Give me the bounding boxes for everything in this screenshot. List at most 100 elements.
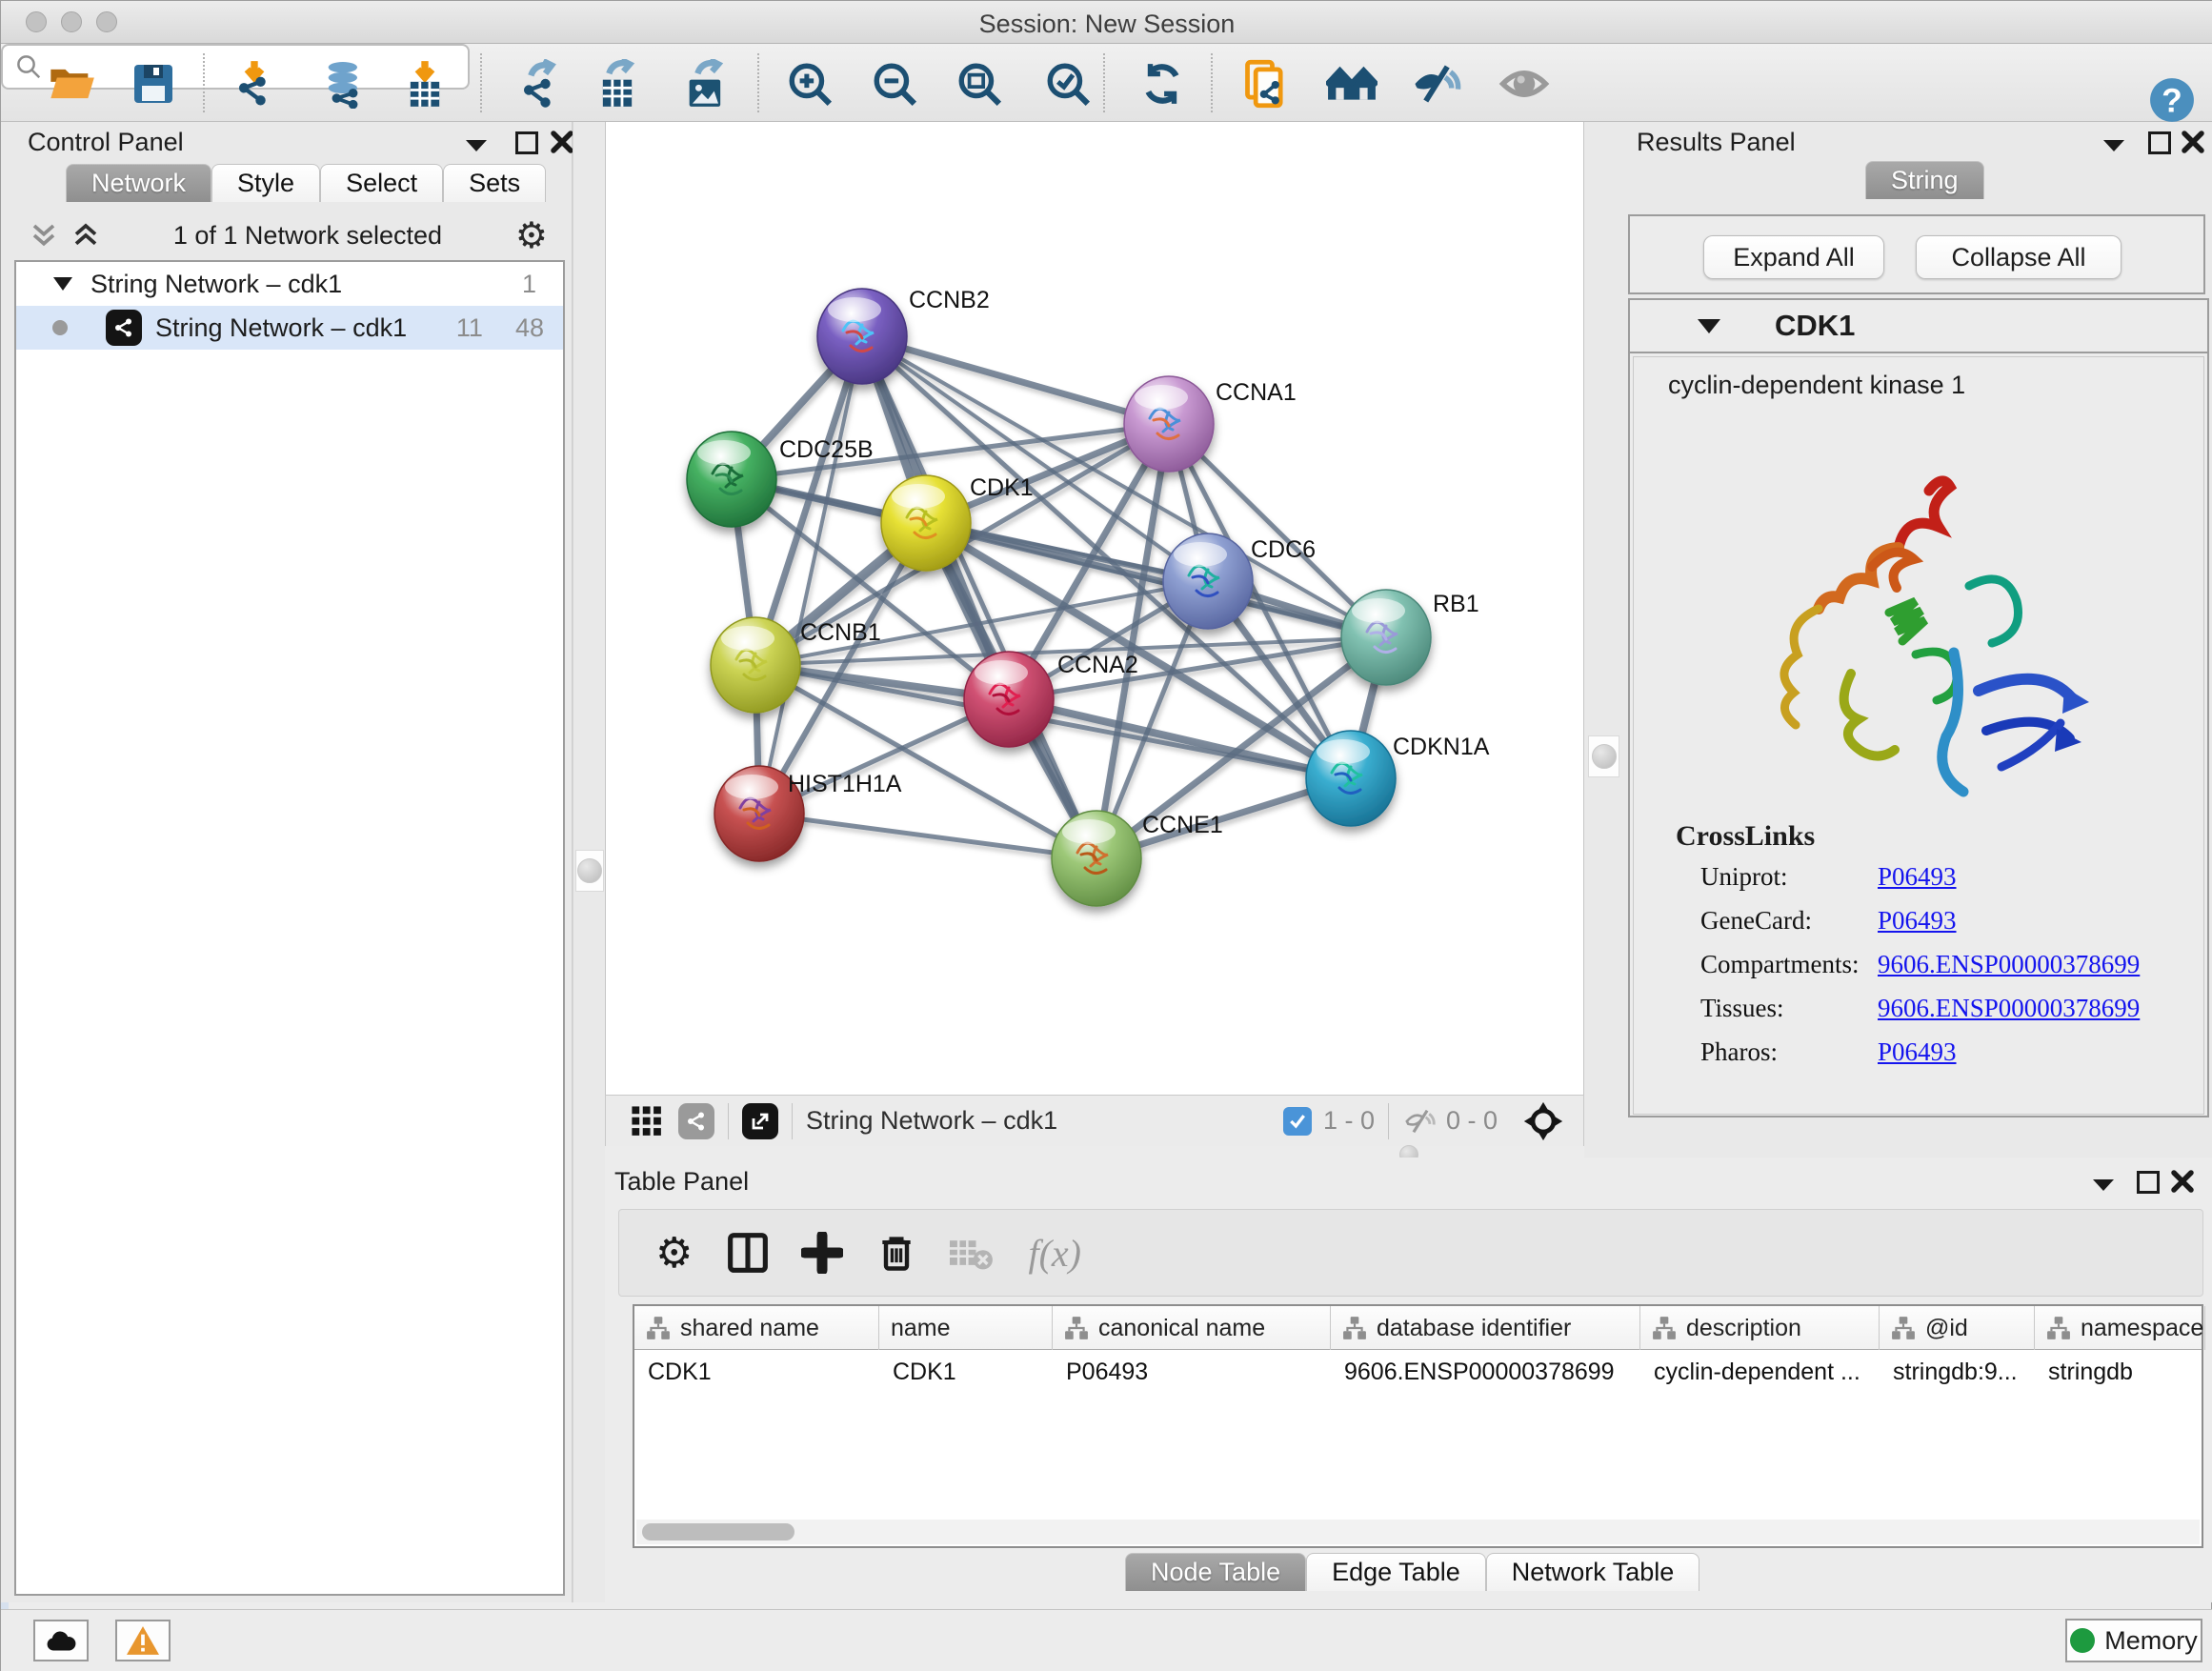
memory-button[interactable]: Memory	[2065, 1619, 2202, 1662]
network-edge-CCNB2-HIST1H1A[interactable]	[759, 336, 862, 814]
crosslink-label: Pharos:	[1700, 1037, 1778, 1067]
crosslink-value-link[interactable]: 9606.ENSP00000378699	[1878, 994, 2140, 1023]
panel-float-icon[interactable]	[2137, 1171, 2160, 1194]
panel-float-icon[interactable]	[2148, 131, 2171, 154]
expand-all-button[interactable]: Expand All	[1703, 235, 1884, 279]
column-header-shared-name[interactable]: shared name	[634, 1306, 879, 1350]
network-node-CCNB2[interactable]	[817, 289, 907, 384]
panel-menu-icon[interactable]	[464, 137, 489, 154]
help-button[interactable]: ?	[2148, 76, 2196, 124]
collapse-all-button[interactable]: Collapse All	[1916, 235, 2122, 279]
cloud-button[interactable]	[33, 1620, 89, 1661]
table-cell[interactable]: CDK1	[879, 1350, 1053, 1394]
network-tree-child-row[interactable]: String Network – cdk1 11 48	[16, 306, 563, 350]
zoom-out-button[interactable]	[868, 57, 921, 111]
column-header-namespace[interactable]: namespace	[2035, 1306, 2205, 1350]
divider-grip[interactable]	[1588, 735, 1619, 777]
crosslink-value-link[interactable]: P06493	[1878, 1037, 1957, 1067]
table-cell[interactable]: 9606.ENSP00000378699	[1331, 1350, 1640, 1394]
panel-menu-icon[interactable]	[2101, 137, 2126, 154]
gear-icon[interactable]: ⚙	[515, 214, 548, 257]
gene-section-header[interactable]: CDK1	[1630, 300, 2207, 353]
export-image-button[interactable]	[679, 57, 733, 111]
apply-layout-button[interactable]	[1136, 57, 1189, 111]
export-table-button[interactable]	[591, 57, 644, 111]
table-cell[interactable]: P06493	[1053, 1350, 1331, 1394]
zoom-selected-button[interactable]	[1041, 57, 1095, 111]
tab-edge-table[interactable]: Edge Table	[1306, 1553, 1486, 1591]
scrollbar-thumb[interactable]	[642, 1523, 794, 1540]
tab-string[interactable]: String	[1865, 161, 1984, 199]
import-table-button[interactable]	[398, 57, 452, 111]
network-view-canvas[interactable]: CCNB2CCNA1CDC25BCDK1CDC6RB1CCNB1CCNA2CDK…	[605, 122, 1584, 1095]
crosslink-value-link[interactable]: P06493	[1878, 862, 1957, 892]
add-column-icon[interactable]	[801, 1232, 843, 1274]
warning-button[interactable]	[115, 1620, 171, 1661]
tab-network[interactable]: Network	[66, 164, 211, 202]
network-node-RB1[interactable]	[1341, 590, 1431, 685]
column-header-database-identifier[interactable]: database identifier	[1331, 1306, 1640, 1350]
delete-column-icon[interactable]	[875, 1232, 917, 1274]
column-header-canonical-name[interactable]: canonical name	[1053, 1306, 1331, 1350]
show-columns-icon[interactable]	[727, 1232, 769, 1274]
delete-table-icon[interactable]	[948, 1232, 994, 1274]
collapse-all-icon[interactable]	[30, 221, 58, 250]
hide-selected-button[interactable]	[1410, 57, 1463, 111]
zoom-fit-button[interactable]	[953, 57, 1006, 111]
panel-close-icon[interactable]	[2171, 1170, 2194, 1193]
selected-nodes-checkbox[interactable]	[1283, 1107, 1312, 1136]
network-node-CDK1[interactable]	[881, 475, 971, 571]
show-all-button[interactable]	[1498, 57, 1551, 111]
expand-all-icon[interactable]	[71, 221, 100, 250]
tab-network-table[interactable]: Network Table	[1486, 1553, 1700, 1591]
tab-select[interactable]: Select	[320, 164, 443, 202]
fx-button[interactable]: f(x)	[1028, 1231, 1081, 1276]
column-header-description[interactable]: description	[1640, 1306, 1880, 1350]
export-network-button[interactable]	[513, 57, 566, 111]
network-node-CCNA2[interactable]	[964, 652, 1054, 747]
left-panel-divider[interactable]	[573, 122, 605, 1602]
app-window: Session: New Session	[0, 0, 2212, 1671]
right-panel-divider[interactable]	[1584, 122, 1623, 1158]
new-network-from-selection-button[interactable]	[1239, 57, 1293, 111]
table-settings-gear-icon[interactable]: ⚙	[655, 1229, 693, 1278]
open-session-button[interactable]	[45, 57, 98, 111]
string-home-button[interactable]	[1325, 57, 1378, 111]
tab-style[interactable]: Style	[211, 164, 320, 202]
tree-expand-icon[interactable]	[52, 275, 73, 292]
import-network-database-button[interactable]	[318, 57, 372, 111]
panel-menu-icon[interactable]	[2091, 1177, 2116, 1194]
network-edge-CCNE1-HIST1H1A[interactable]	[759, 814, 1096, 858]
column-header-@id[interactable]: @id	[1880, 1306, 2035, 1350]
import-network-file-button[interactable]	[228, 57, 281, 111]
tab-sets[interactable]: Sets	[443, 164, 546, 202]
panel-close-icon[interactable]	[551, 131, 573, 153]
network-node-CCNE1[interactable]	[1052, 811, 1141, 906]
crosslink-value-link[interactable]: P06493	[1878, 906, 1957, 936]
panel-float-icon[interactable]	[515, 131, 538, 154]
table-cell[interactable]: stringdb:9...	[1880, 1350, 2035, 1394]
network-node-CDKN1A[interactable]	[1306, 731, 1396, 826]
table-horizontal-scrollbar[interactable]	[636, 1520, 2200, 1544]
tab-node-table[interactable]: Node Table	[1125, 1553, 1306, 1591]
network-node-CCNA1[interactable]	[1124, 376, 1214, 472]
divider-grip[interactable]	[575, 850, 604, 892]
grid-view-icon[interactable]	[631, 1105, 663, 1137]
save-session-button[interactable]	[127, 57, 180, 111]
birdseye-view-icon[interactable]	[1522, 1100, 1564, 1142]
table-cell[interactable]: stringdb	[2035, 1350, 2205, 1394]
network-tree-root-row[interactable]: String Network – cdk1 1	[16, 262, 563, 306]
network-node-CDC25B[interactable]	[687, 432, 776, 527]
open-in-window-icon[interactable]	[742, 1103, 778, 1139]
network-node-CCNB1[interactable]	[711, 617, 800, 713]
table-cell[interactable]: cyclin-dependent ...	[1640, 1350, 1880, 1394]
network-view-icon[interactable]	[678, 1103, 714, 1139]
panel-close-icon[interactable]	[2182, 131, 2204, 153]
network-tree: String Network – cdk1 1 String Network –…	[14, 260, 565, 1596]
column-header-name[interactable]: name	[879, 1306, 1053, 1350]
table-cell[interactable]: CDK1	[634, 1350, 879, 1394]
zoom-in-button[interactable]	[783, 57, 836, 111]
section-collapse-icon[interactable]	[1697, 316, 1721, 335]
crosslink-value-link[interactable]: 9606.ENSP00000378699	[1878, 950, 2140, 979]
network-node-CDC6[interactable]	[1163, 534, 1253, 629]
